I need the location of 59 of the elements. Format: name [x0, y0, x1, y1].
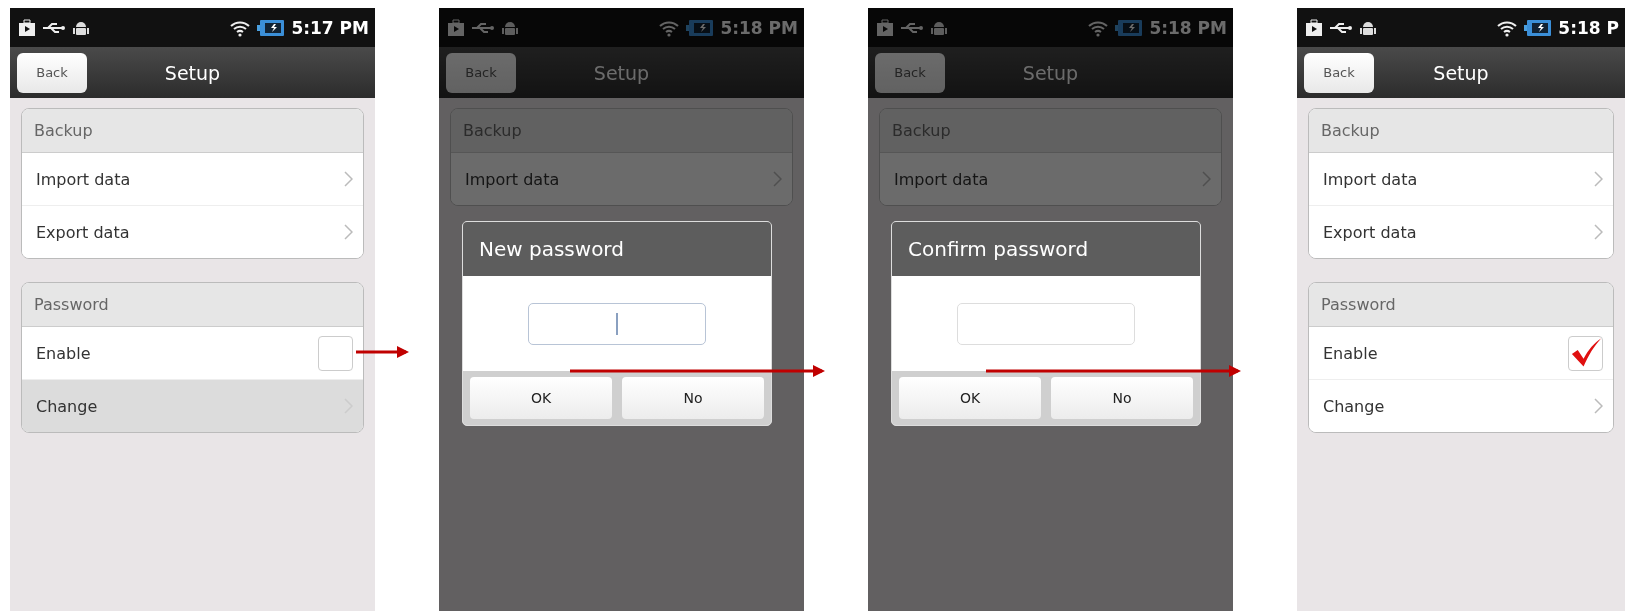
screen-title: Setup [164, 61, 221, 84]
wifi-icon [1496, 18, 1519, 37]
battery-icon [257, 18, 286, 37]
wifi-icon [229, 18, 252, 37]
section-header: Password [22, 283, 363, 327]
section-header: Backup [1309, 109, 1613, 153]
chevron-icon [773, 171, 782, 187]
screen-title: Setup [1433, 61, 1489, 84]
media-icon [18, 18, 36, 37]
wifi-icon [658, 18, 681, 37]
section-header: Password [1309, 283, 1613, 327]
checkbox[interactable] [318, 335, 353, 371]
media-icon [876, 18, 894, 37]
checkbox[interactable] [1568, 335, 1603, 371]
row-label: Export data [1323, 222, 1418, 242]
status-time: 5:17 PM [291, 17, 369, 38]
arrow [356, 346, 409, 358]
chevron-icon [344, 171, 353, 187]
chevron-icon [344, 224, 353, 240]
status-time: 5:18 PM [720, 17, 798, 38]
media-icon [447, 18, 465, 37]
row-label: Import data [894, 169, 990, 189]
row-label: Enable [36, 343, 92, 363]
dialog-button[interactable]: OK [470, 377, 612, 419]
dialog-button[interactable]: No [622, 377, 764, 419]
status-time: 5:18 P [1558, 17, 1619, 38]
password-field[interactable] [957, 302, 1135, 345]
back-button[interactable]: Back [1304, 52, 1374, 93]
battery-icon [1115, 18, 1144, 37]
usb-icon [1329, 20, 1353, 35]
row-label: Import data [465, 169, 561, 189]
usb-icon [42, 20, 66, 35]
dialog-title: Confirm password [892, 222, 1200, 276]
dialog-button[interactable]: No [1051, 377, 1193, 419]
row-label: Change [1323, 396, 1386, 416]
row-label: Import data [1323, 169, 1419, 189]
status-time: 5:18 PM [1149, 17, 1227, 38]
password-field[interactable] [528, 302, 706, 345]
wifi-icon [1087, 18, 1110, 37]
chevron-icon [1594, 398, 1603, 414]
settings-row[interactable]: Change [22, 380, 363, 432]
battery-icon [1524, 18, 1553, 37]
screen-title: Setup [593, 61, 650, 84]
screen-title: Setup [1022, 61, 1079, 84]
row-label: Enable [1323, 343, 1379, 363]
row-label: Change [36, 396, 99, 416]
back-button[interactable]: Back [17, 52, 87, 93]
row-label: Import data [36, 169, 132, 189]
dialog-button[interactable]: OK [899, 377, 1041, 419]
chevron-icon [1594, 171, 1603, 187]
usb-icon [471, 20, 495, 35]
usb-icon [900, 20, 924, 35]
section-header: Backup [22, 109, 363, 153]
chevron-icon [1594, 224, 1603, 240]
chevron-icon [1202, 171, 1211, 187]
dialog-title: New password [463, 222, 771, 276]
row-label: Export data [36, 222, 131, 242]
media-icon [1305, 18, 1323, 37]
battery-icon [686, 18, 715, 37]
